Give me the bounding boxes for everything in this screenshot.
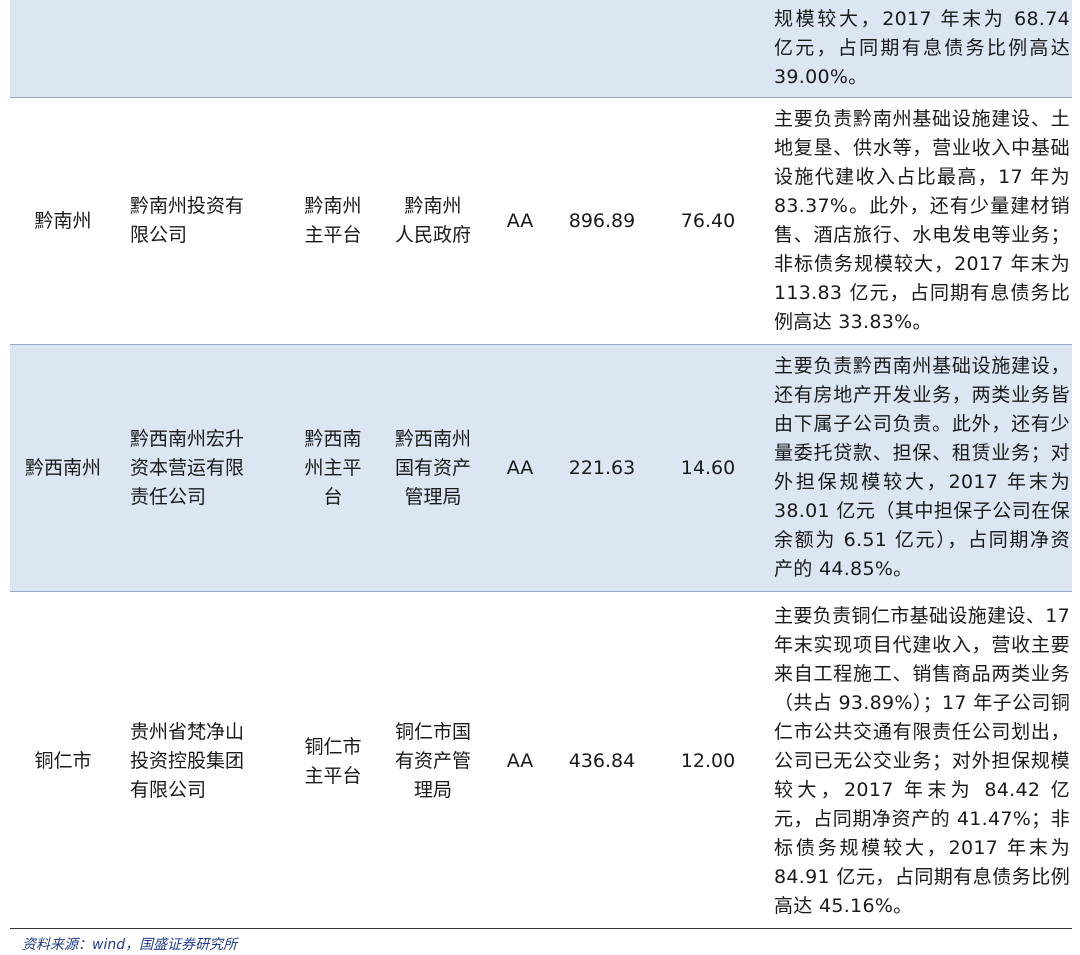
controlling-holder: 黔南州 人民政府 bbox=[394, 195, 471, 246]
region-cell bbox=[10, 0, 116, 98]
rating-cell: AA bbox=[506, 750, 534, 772]
assets-cell: 896.89 bbox=[552, 97, 652, 345]
description-text: 主要负责铜仁市基础设施建设、17 年末实现项目代建收入，营收主要来自工程施工、销… bbox=[774, 605, 1070, 917]
revenue-cell: 76.40 bbox=[652, 97, 764, 345]
description-text: 主要负责黔西南州基础设施建设，还有房地产开发业务，两类业务皆由下属子公司负责。此… bbox=[774, 355, 1070, 580]
description-cell: 主要负责黔南州基础设施建设、土地复垦、供水等，营业收入中基础设施代建收入占比最高… bbox=[764, 97, 1072, 345]
table-row: 铜仁市 贵州省梵净山 投资控股集团 有限公司 铜仁市 主平台 铜仁市国 有资产管… bbox=[10, 592, 1072, 932]
description-cell: 主要负责铜仁市基础设施建设、17 年末实现项目代建收入，营收主要来自工程施工、销… bbox=[764, 592, 1072, 932]
description-text: 规模较大，2017 年末为 68.74 亿元，占同期有息债务比例高达 39.00… bbox=[774, 8, 1070, 88]
company-cell bbox=[116, 0, 288, 98]
company-cell: 贵州省梵净山 投资控股集团 有限公司 bbox=[116, 592, 288, 932]
rating-cell bbox=[488, 0, 552, 98]
company-name: 黔西南州宏升 资本营运有限 责任公司 bbox=[130, 427, 245, 508]
table-row: 规模较大，2017 年末为 68.74 亿元，占同期有息债务比例高达 39.00… bbox=[10, 0, 1072, 98]
source-divider bbox=[10, 928, 1072, 929]
description-cell: 主要负责黔西南州基础设施建设，还有房地产开发业务，两类业务皆由下属子公司负责。此… bbox=[764, 344, 1072, 592]
holder-cell: 黔西南州 国有资产 管理局 bbox=[378, 344, 488, 592]
type-cell: 黔南州 主平台 bbox=[288, 97, 378, 345]
assets-cell: 436.84 bbox=[568, 750, 636, 772]
controlling-holder: 铜仁市国 有资产管 理局 bbox=[394, 721, 471, 801]
region-cell: 铜仁市 bbox=[34, 750, 92, 772]
table-row: 黔南州 黔南州投资有 限公司 黔南州 主平台 黔南州 人民政府 AA 896.8… bbox=[10, 97, 1072, 345]
platform-table: 规模较大，2017 年末为 68.74 亿元，占同期有息债务比例高达 39.00… bbox=[10, 0, 1072, 931]
controlling-holder: 黔西南州 国有资产 管理局 bbox=[394, 427, 471, 508]
type-cell: 黔西南 州主平 台 bbox=[288, 344, 378, 592]
assets-cell: 221.63 bbox=[552, 344, 652, 592]
assets-cell bbox=[552, 0, 652, 98]
revenue-cell: 12.00 bbox=[680, 750, 736, 772]
revenue-cell: 14.60 bbox=[652, 344, 764, 592]
source-note: 资料来源：wind，国盛证券研究所 bbox=[22, 937, 238, 953]
holder-cell bbox=[378, 0, 488, 98]
holder-cell: 铜仁市国 有资产管 理局 bbox=[378, 592, 488, 932]
platform-type: 黔西南 州主平 台 bbox=[304, 427, 362, 508]
company-name: 贵州省梵净山 投资控股集团 有限公司 bbox=[130, 721, 245, 801]
revenue-cell bbox=[652, 0, 764, 98]
platform-type: 铜仁市 主平台 bbox=[304, 735, 362, 787]
region-cell: 黔西南州 bbox=[10, 344, 116, 592]
type-cell bbox=[288, 0, 378, 98]
rating-cell: AA bbox=[488, 97, 552, 345]
company-cell: 黔南州投资有 限公司 bbox=[116, 97, 288, 345]
company-name: 黔南州投资有 限公司 bbox=[130, 195, 245, 246]
platform-type: 黔南州 主平台 bbox=[304, 195, 362, 246]
region-cell: 黔南州 bbox=[10, 97, 116, 345]
type-cell: 铜仁市 主平台 bbox=[288, 592, 378, 932]
company-cell: 黔西南州宏升 资本营运有限 责任公司 bbox=[116, 344, 288, 592]
description-text: 主要负责黔南州基础设施建设、土地复垦、供水等，营业收入中基础设施代建收入占比最高… bbox=[774, 108, 1070, 333]
rating-cell: AA bbox=[488, 344, 552, 592]
table-row: 黔西南州 黔西南州宏升 资本营运有限 责任公司 黔西南 州主平 台 黔西南州 国… bbox=[10, 344, 1072, 592]
holder-cell: 黔南州 人民政府 bbox=[378, 97, 488, 345]
description-cell: 规模较大，2017 年末为 68.74 亿元，占同期有息债务比例高达 39.00… bbox=[764, 0, 1072, 98]
